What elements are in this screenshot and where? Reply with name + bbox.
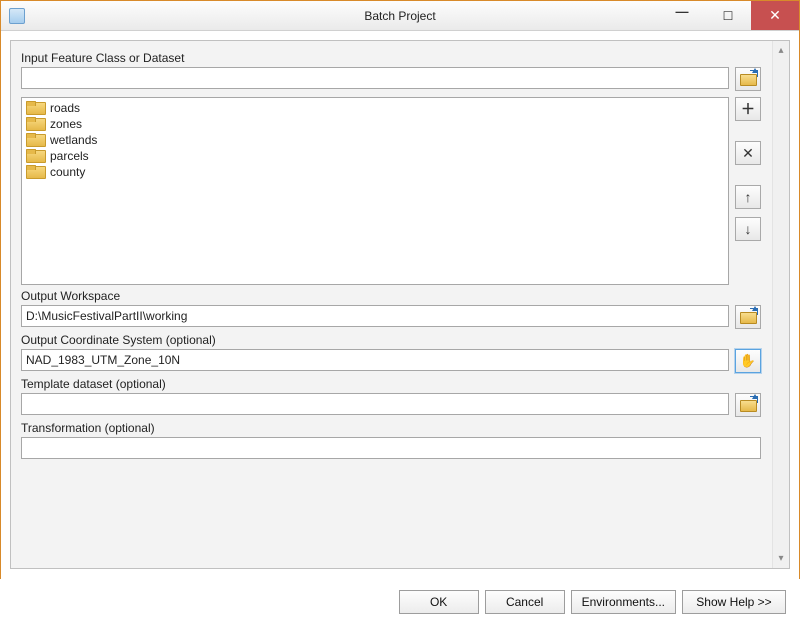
list-item[interactable]: county bbox=[24, 164, 726, 180]
arrow-down-icon: ↓ bbox=[745, 221, 752, 237]
open-folder-icon bbox=[740, 72, 756, 86]
app-icon bbox=[9, 8, 25, 24]
output-coordinate-system-field[interactable] bbox=[21, 349, 729, 371]
feature-class-icon bbox=[26, 117, 44, 131]
ok-button[interactable]: OK bbox=[399, 590, 479, 614]
browse-template-dataset-button[interactable] bbox=[735, 393, 761, 417]
maximize-button[interactable]: ☐ bbox=[705, 1, 751, 30]
content-frame: ▴ ▾ Input Feature Class or Dataset roads… bbox=[10, 40, 790, 569]
environments-button[interactable]: Environments... bbox=[571, 590, 676, 614]
scroll-up-icon[interactable]: ▴ bbox=[778, 41, 783, 60]
close-button[interactable]: ✕ bbox=[751, 1, 799, 30]
feature-class-icon bbox=[26, 165, 44, 179]
template-dataset-field[interactable] bbox=[21, 393, 729, 415]
input-feature-list[interactable]: roads zones wetlands parcels county bbox=[21, 97, 729, 285]
feature-class-icon bbox=[26, 133, 44, 147]
template-dataset-label: Template dataset (optional) bbox=[21, 377, 761, 391]
feature-class-icon bbox=[26, 149, 44, 163]
scrollbar[interactable]: ▴ ▾ bbox=[772, 41, 789, 568]
move-up-button[interactable]: ↑ bbox=[735, 185, 761, 209]
add-item-button[interactable]: ＋ bbox=[735, 97, 761, 121]
browse-output-workspace-button[interactable] bbox=[735, 305, 761, 329]
hand-icon: ✋ bbox=[740, 353, 756, 369]
open-folder-icon bbox=[740, 398, 756, 412]
output-coordinate-system-label: Output Coordinate System (optional) bbox=[21, 333, 761, 347]
browse-input-button[interactable] bbox=[735, 67, 761, 91]
transformation-label: Transformation (optional) bbox=[21, 421, 761, 435]
transformation-field[interactable] bbox=[21, 437, 761, 459]
open-folder-icon bbox=[740, 310, 756, 324]
scroll-down-icon[interactable]: ▾ bbox=[778, 549, 783, 568]
list-item-label: roads bbox=[50, 101, 80, 115]
move-down-button[interactable]: ↓ bbox=[735, 217, 761, 241]
output-workspace-field[interactable] bbox=[21, 305, 729, 327]
list-item-label: county bbox=[50, 165, 85, 179]
list-item-label: parcels bbox=[50, 149, 89, 163]
cancel-button[interactable]: Cancel bbox=[485, 590, 565, 614]
feature-class-icon bbox=[26, 101, 44, 115]
output-workspace-label: Output Workspace bbox=[21, 289, 761, 303]
arrow-up-icon: ↑ bbox=[745, 189, 752, 205]
list-item-label: wetlands bbox=[50, 133, 97, 147]
x-icon: ✕ bbox=[742, 145, 754, 162]
input-feature-class-label: Input Feature Class or Dataset bbox=[21, 51, 761, 65]
close-icon: ✕ bbox=[769, 7, 781, 24]
list-item[interactable]: parcels bbox=[24, 148, 726, 164]
titlebar: Batch Project — ☐ ✕ bbox=[1, 1, 799, 31]
plus-icon: ＋ bbox=[741, 99, 755, 119]
remove-item-button[interactable]: ✕ bbox=[735, 141, 761, 165]
select-coordinate-system-button[interactable]: ✋ bbox=[735, 349, 761, 373]
minimize-button[interactable]: — bbox=[659, 1, 705, 30]
list-item-label: zones bbox=[50, 117, 82, 131]
minimize-icon: — bbox=[676, 4, 689, 19]
list-item[interactable]: zones bbox=[24, 116, 726, 132]
maximize-icon: ☐ bbox=[723, 9, 734, 23]
list-item[interactable]: wetlands bbox=[24, 132, 726, 148]
show-help-button[interactable]: Show Help >> bbox=[682, 590, 786, 614]
input-feature-class-field[interactable] bbox=[21, 67, 729, 89]
button-bar: OK Cancel Environments... Show Help >> bbox=[0, 579, 800, 624]
list-item[interactable]: roads bbox=[24, 100, 726, 116]
window-buttons: — ☐ ✕ bbox=[659, 1, 799, 30]
